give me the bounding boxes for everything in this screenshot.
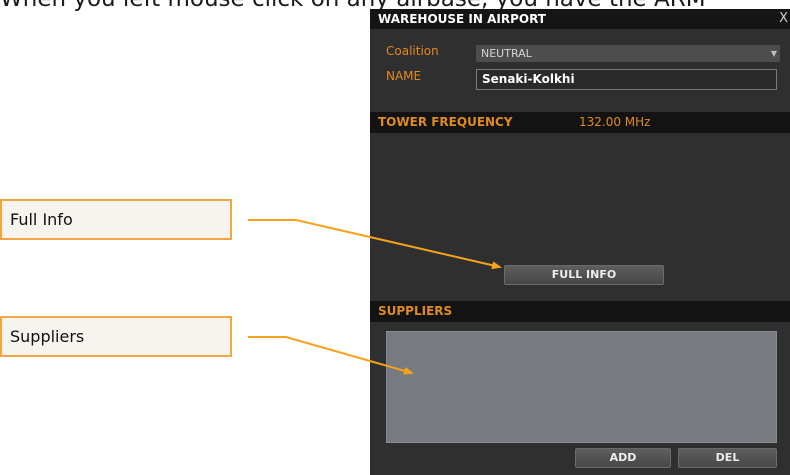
full-info-arrow <box>248 219 502 270</box>
suppliers-arrow <box>248 336 414 375</box>
callout-arrows <box>248 219 502 375</box>
